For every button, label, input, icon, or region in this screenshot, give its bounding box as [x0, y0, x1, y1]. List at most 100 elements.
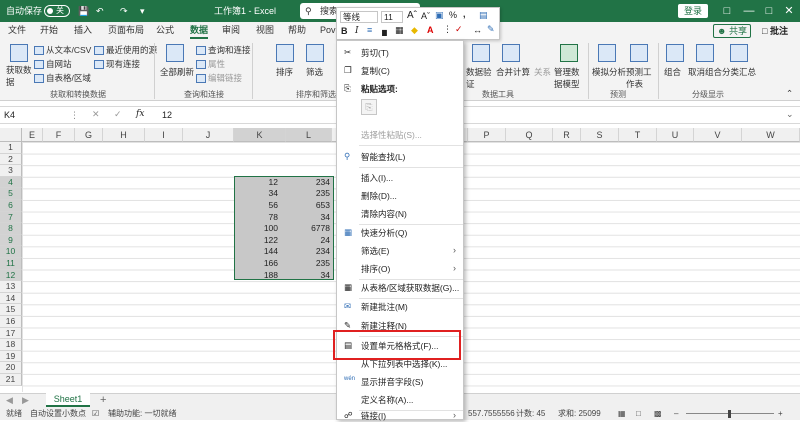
subtotal-button[interactable]: 分类汇总 — [722, 66, 756, 78]
tab-home[interactable]: 开始 — [40, 22, 58, 39]
tab-file[interactable]: 文件 — [8, 22, 26, 39]
comments-button[interactable]: □ 批注 — [755, 24, 795, 38]
filter-icon[interactable] — [306, 44, 324, 62]
from-text-button[interactable]: 从文本/CSV — [34, 44, 91, 56]
sort-icon[interactable] — [276, 44, 294, 62]
consolidate-icon[interactable] — [502, 44, 520, 62]
font-name-box[interactable]: 等线 — [340, 11, 378, 23]
cell-l9[interactable]: 24 — [288, 235, 330, 247]
cell-l6[interactable]: 653 — [288, 200, 330, 212]
zoom-out-button[interactable]: – — [674, 408, 678, 420]
merge-icon[interactable]: ↔ — [473, 25, 482, 35]
column-header-f[interactable]: F — [43, 128, 75, 142]
column-header-w[interactable]: W — [742, 128, 800, 142]
column-header-u[interactable]: U — [657, 128, 694, 142]
refresh-all-button[interactable]: 全部刷新 — [160, 66, 194, 78]
cell-l10[interactable]: 234 — [288, 246, 330, 258]
cell-l4[interactable]: 234 — [288, 177, 330, 189]
autosave-toggle[interactable]: 关 — [44, 5, 70, 17]
edit-links-button[interactable]: 编辑链接 — [196, 72, 242, 84]
align-icon[interactable]: ≡ — [367, 25, 372, 35]
row-header-4[interactable]: 4 — [0, 176, 22, 189]
cancel-icon[interactable]: ✕ — [92, 109, 100, 120]
from-table-button[interactable]: 自表格/区域 — [34, 72, 91, 84]
name-box-dropdown-icon[interactable]: ⋮ — [70, 110, 79, 121]
data-model-icon[interactable] — [560, 44, 578, 62]
row-header-8[interactable]: 8 — [0, 223, 22, 235]
cell-l5[interactable]: 235 — [288, 188, 330, 200]
forecast-icon[interactable] — [630, 44, 648, 62]
row-header-10[interactable]: 10 — [0, 246, 22, 258]
column-header-s[interactable]: S — [581, 128, 619, 142]
cell-l7[interactable]: 34 — [288, 212, 330, 224]
properties-button[interactable]: 属性 — [196, 58, 225, 70]
tab-view[interactable]: 视图 — [256, 22, 274, 39]
paste-clipboard-icon[interactable]: ⎘ — [361, 99, 377, 115]
clear-format-icon[interactable]: ✓ — [455, 24, 463, 35]
ungroup-button[interactable]: 取消组合 — [688, 66, 722, 78]
add-sheet-button[interactable]: + — [100, 394, 106, 406]
filter-button[interactable]: 筛选 — [306, 66, 323, 78]
row-header-17[interactable]: 17 — [0, 327, 22, 340]
sheet-tab-sheet1[interactable]: Sheet1 — [46, 393, 90, 407]
data-validation-icon[interactable] — [472, 44, 490, 62]
row-header-18[interactable]: 18 — [0, 339, 22, 351]
cell-k7[interactable]: 78 — [236, 212, 278, 224]
page-layout-view-icon[interactable]: □ — [636, 408, 641, 420]
group-icon[interactable] — [666, 44, 684, 62]
select-all-corner[interactable] — [0, 128, 22, 142]
row-header-2[interactable]: 2 — [0, 153, 22, 166]
row-header-6[interactable]: 6 — [0, 200, 22, 212]
close-button[interactable]: ✕ — [778, 0, 800, 22]
ungroup-icon[interactable] — [696, 44, 714, 62]
column-header-g[interactable]: G — [75, 128, 103, 142]
underline-icon[interactable]: ∎ — [381, 26, 388, 39]
tab-data[interactable]: 数据 — [190, 22, 209, 39]
row-header-9[interactable]: 9 — [0, 234, 22, 247]
refresh-icon[interactable] — [166, 44, 184, 62]
zoom-in-button[interactable]: + — [778, 408, 783, 420]
row-header-3[interactable]: 3 — [0, 165, 22, 177]
what-if-icon[interactable] — [598, 44, 616, 62]
share-button[interactable]: ☻ 共享 — [713, 24, 751, 38]
row-header-16[interactable]: 16 — [0, 316, 22, 328]
login-button[interactable]: 登录 — [678, 4, 708, 18]
tab-insert[interactable]: 插入 — [74, 22, 92, 39]
cell-k6[interactable]: 56 — [236, 200, 278, 212]
status-accessibility[interactable]: 辅助功能: 一切就绪 — [108, 408, 176, 420]
cell-k5[interactable]: 34 — [236, 188, 278, 200]
name-box[interactable]: K4 — [4, 110, 58, 120]
tab-page-layout[interactable]: 页面布局 — [108, 22, 144, 39]
ribbon-display-icon[interactable]: □ — [716, 0, 738, 22]
column-header-e[interactable]: E — [22, 128, 43, 142]
row-header-15[interactable]: 15 — [0, 304, 22, 316]
tab-formulas[interactable]: 公式 — [156, 22, 174, 39]
save-icon[interactable]: 💾 — [78, 0, 89, 22]
cell-k4[interactable]: 12 — [236, 177, 278, 189]
redo-icon[interactable]: ↷ — [120, 0, 128, 22]
formula-input[interactable]: 12 — [162, 110, 172, 120]
column-header-r[interactable]: R — [553, 128, 581, 142]
expand-formula-icon[interactable]: ⌄ — [786, 109, 794, 120]
consolidate-button[interactable]: 合并计算 — [496, 66, 530, 78]
tab-power[interactable]: Pov — [320, 22, 336, 39]
subtotal-icon[interactable] — [730, 44, 748, 62]
borders-icon[interactable]: ▦ — [395, 25, 404, 36]
format-table-icon[interactable]: ▤ — [479, 10, 488, 21]
next-sheet-icon[interactable]: ▶ — [22, 395, 29, 406]
percent-icon[interactable]: % — [449, 10, 457, 20]
column-header-j[interactable]: J — [183, 128, 234, 142]
enter-icon[interactable]: ✓ — [114, 109, 122, 120]
cell-k11[interactable]: 166 — [236, 258, 278, 270]
accounting-format-icon[interactable]: ▣ — [435, 10, 444, 21]
row-header-19[interactable]: 19 — [0, 350, 22, 363]
row-header-13[interactable]: 13 — [0, 281, 22, 293]
italic-icon[interactable]: I — [355, 26, 359, 36]
row-header-1[interactable]: 1 — [0, 142, 22, 154]
insert-function-icon[interactable]: fx — [136, 109, 144, 119]
recent-sources-button[interactable]: 最近使用的源 — [94, 44, 157, 56]
row-header-12[interactable]: 12 — [0, 269, 22, 282]
customize-qat-icon[interactable]: ▾ — [140, 0, 145, 22]
font-color-icon[interactable]: A — [427, 25, 434, 35]
group-button[interactable]: 组合 — [664, 66, 681, 78]
